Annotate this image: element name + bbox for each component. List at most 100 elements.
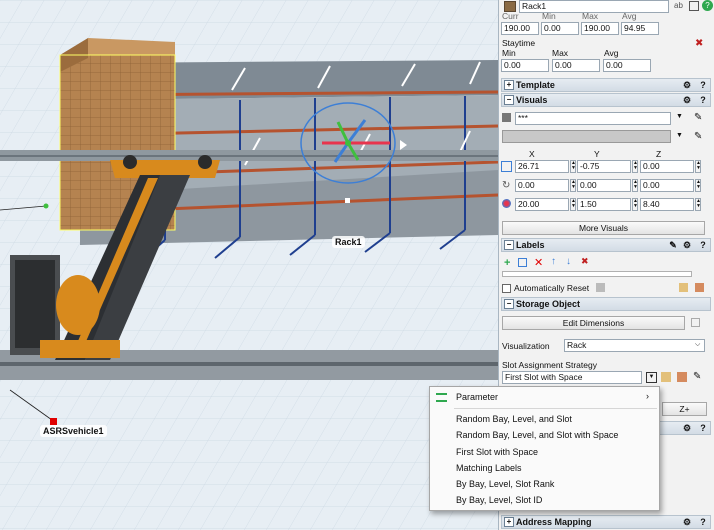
- chevron-right-icon: ›: [646, 391, 649, 401]
- position-y-spinner[interactable]: ▲ ▼: [632, 160, 638, 173]
- move-up-icon[interactable]: ↑: [551, 256, 556, 267]
- storage-object-section-header[interactable]: − Storage Object: [501, 297, 711, 311]
- eyedropper-icon[interactable]: ✎: [693, 371, 701, 382]
- size-y-field[interactable]: 1.50: [577, 198, 631, 211]
- rotation-z-field[interactable]: 0.00: [640, 179, 694, 192]
- staytime-header-min: Min: [502, 48, 516, 58]
- rotation-x-field[interactable]: 0.00: [515, 179, 569, 192]
- position-z-field[interactable]: 0.00: [640, 160, 694, 173]
- stat-header-max: Max: [582, 11, 599, 21]
- position-icon: [501, 161, 512, 172]
- axis-y-label: Y: [594, 149, 600, 159]
- staytime-title: Staytime: [502, 38, 536, 48]
- delete-label-icon[interactable]: ✕: [534, 256, 543, 269]
- paste-labels-icon[interactable]: [695, 283, 704, 292]
- staytime-header-max: Max: [552, 48, 569, 58]
- vehicle-label: ASRSvehicle1: [40, 425, 107, 437]
- rotation-x-spinner[interactable]: ▲ ▼: [570, 179, 576, 192]
- menu-item-parameter[interactable]: Parameter: [456, 392, 498, 402]
- color-swatch[interactable]: [502, 130, 671, 143]
- menu-separator: [454, 408, 657, 409]
- shape-field[interactable]: ***: [515, 112, 671, 125]
- dropdown-arrow-icon[interactable]: ▼: [676, 113, 683, 120]
- labels-list[interactable]: [502, 271, 692, 277]
- section-title: Template: [516, 80, 555, 90]
- menu-item-matching-labels[interactable]: Matching Labels: [456, 463, 522, 473]
- visuals-section-header[interactable]: − Visuals ⚙ ?: [501, 93, 711, 107]
- rack-label: Rack1: [332, 236, 365, 248]
- help-icon[interactable]: ?: [698, 240, 708, 250]
- duplicate-label-icon[interactable]: [518, 258, 527, 267]
- auto-reset-label: Automatically Reset: [514, 283, 590, 293]
- properties-icon[interactable]: [689, 1, 699, 11]
- dropdown-button[interactable]: ▼: [646, 372, 657, 383]
- address-mapping-section-header[interactable]: + Address Mapping ⚙ ?: [501, 515, 711, 529]
- section-title: Visuals: [516, 95, 548, 105]
- auto-reset-checkbox[interactable]: [502, 284, 511, 293]
- save-icon[interactable]: [596, 283, 605, 292]
- help-icon[interactable]: ?: [702, 0, 713, 11]
- help-icon[interactable]: ?: [698, 80, 708, 90]
- menu-item-random-bay-level-slot[interactable]: Random Bay, Level, and Slot: [456, 414, 572, 424]
- 3d-viewport[interactable]: Rack1 ASRSvehicle1: [0, 0, 498, 530]
- size-x-field[interactable]: 20.00: [515, 198, 569, 211]
- partially-hidden-button[interactable]: Z+: [662, 402, 707, 416]
- size-x-spinner[interactable]: ▲ ▼: [570, 198, 576, 211]
- position-x-spinner[interactable]: ▲ ▼: [570, 160, 576, 173]
- code-edit-icon[interactable]: [677, 372, 687, 382]
- expand-icon[interactable]: +: [504, 80, 514, 90]
- slot-strategy-field[interactable]: First Slot with Space: [502, 371, 642, 384]
- copy-icon[interactable]: [691, 318, 700, 327]
- expand-icon[interactable]: +: [504, 517, 514, 527]
- stat-header-min: Min: [542, 11, 556, 21]
- eyedropper-icon[interactable]: ✎: [694, 112, 702, 123]
- help-icon[interactable]: ?: [698, 517, 708, 527]
- section-title: Address Mapping: [516, 517, 592, 527]
- slot-strategy-label: Slot Assignment Strategy: [502, 360, 597, 370]
- menu-item-first-slot-space[interactable]: First Slot with Space: [456, 447, 538, 457]
- settings-icon[interactable]: ⚙: [682, 423, 692, 433]
- settings-icon[interactable]: ⚙: [682, 240, 692, 250]
- settings-icon[interactable]: ⚙: [682, 95, 692, 105]
- menu-item-by-slot-rank[interactable]: By Bay, Level, Slot Rank: [456, 479, 554, 489]
- dropdown-arrow-icon[interactable]: ▼: [676, 132, 683, 139]
- collapse-icon[interactable]: −: [504, 95, 514, 105]
- collapse-icon[interactable]: −: [504, 240, 514, 250]
- label-icon[interactable]: ab: [674, 1, 683, 10]
- labels-section-header[interactable]: − Labels ✎ ⚙ ?: [501, 238, 711, 252]
- position-x-field[interactable]: 26.71: [515, 160, 569, 173]
- template-section-header[interactable]: + Template ⚙ ?: [501, 78, 711, 92]
- menu-item-by-slot-id[interactable]: By Bay, Level, Slot ID: [456, 495, 542, 505]
- axis-z-label: Z: [656, 149, 662, 159]
- chevron-down-icon[interactable]: ⌵: [695, 341, 700, 349]
- rotation-y-spinner[interactable]: ▲ ▼: [632, 179, 638, 192]
- section-title: Labels: [516, 240, 545, 250]
- rotation-y-field[interactable]: 0.00: [577, 179, 631, 192]
- rotation-z-spinner[interactable]: ▲ ▼: [695, 179, 701, 192]
- move-down-icon[interactable]: ↓: [566, 256, 571, 267]
- size-y-spinner[interactable]: ▲ ▼: [632, 198, 638, 211]
- more-visuals-button[interactable]: More Visuals: [502, 221, 705, 235]
- scene-canvas[interactable]: [0, 0, 498, 530]
- copy-labels-icon[interactable]: [679, 283, 688, 292]
- pin-icon[interactable]: ✖: [581, 256, 589, 267]
- settings-icon[interactable]: ⚙: [682, 80, 692, 90]
- add-label-icon[interactable]: +: [504, 257, 510, 269]
- position-z-spinner[interactable]: ▲ ▼: [695, 160, 701, 173]
- menu-item-random-bay-level-slot-space[interactable]: Random Bay, Level, and Slot with Space: [456, 430, 618, 440]
- stat-curr-value: 190.00: [501, 22, 539, 35]
- position-y-field[interactable]: -0.75: [577, 160, 631, 173]
- visualization-select[interactable]: Rack: [564, 339, 705, 352]
- template-icon[interactable]: [661, 372, 671, 382]
- settings-icon[interactable]: ⚙: [682, 517, 692, 527]
- size-z-spinner[interactable]: ▲ ▼: [695, 198, 701, 211]
- eyedropper-icon[interactable]: ✎: [694, 131, 702, 142]
- collapse-icon[interactable]: −: [504, 299, 514, 309]
- staytime-header-avg: Avg: [604, 48, 619, 58]
- help-icon[interactable]: ?: [698, 95, 708, 105]
- edit-dimensions-button[interactable]: Edit Dimensions: [502, 316, 685, 330]
- size-z-field[interactable]: 8.40: [640, 198, 694, 211]
- help-icon[interactable]: ?: [698, 423, 708, 433]
- pin-icon[interactable]: ✖: [695, 38, 703, 49]
- edit-icon[interactable]: ✎: [668, 240, 678, 250]
